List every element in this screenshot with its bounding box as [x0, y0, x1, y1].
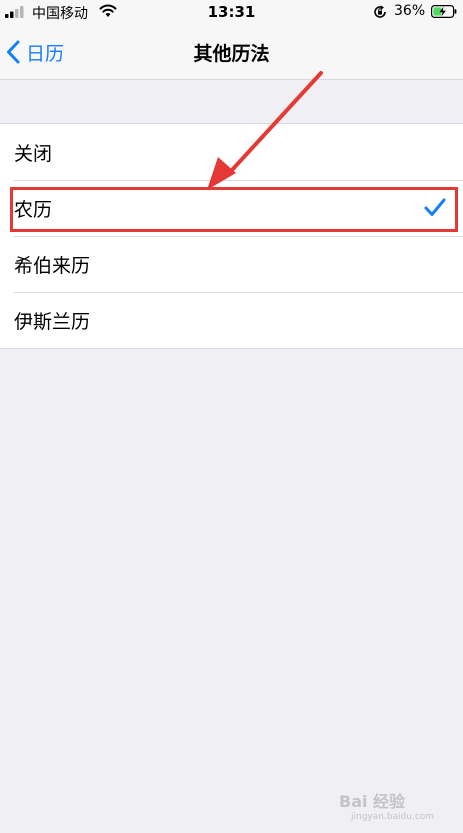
option-label: 关闭: [14, 142, 53, 165]
battery-charging-icon: [431, 5, 457, 18]
svg-text:jingyan.baidu.com: jingyan.baidu.com: [350, 812, 434, 822]
status-bar: 中国移动 13:31 36%: [0, 0, 463, 24]
option-islamic[interactable]: 伊斯兰历: [0, 292, 463, 348]
option-label: 希伯来历: [14, 254, 91, 277]
battery-percent: 36%: [394, 3, 426, 19]
baidu-jingyan-watermark: Bai 经验 jingyan.baidu.com: [339, 792, 434, 822]
option-label: 伊斯兰历: [14, 310, 91, 333]
option-off[interactable]: 关闭: [0, 124, 463, 180]
alternate-calendar-list: 关闭 农历 希伯来历 伊斯兰历: [0, 123, 463, 349]
page-title: 其他历法: [193, 43, 270, 65]
option-hebrew[interactable]: 希伯来历: [0, 236, 463, 292]
navigation-bar: 日历 其他历法: [0, 24, 463, 80]
annotation-highlight-box: [10, 187, 458, 232]
rotation-lock-icon: [374, 5, 386, 18]
svg-text:Bai 经验: Bai 经验: [339, 792, 406, 811]
